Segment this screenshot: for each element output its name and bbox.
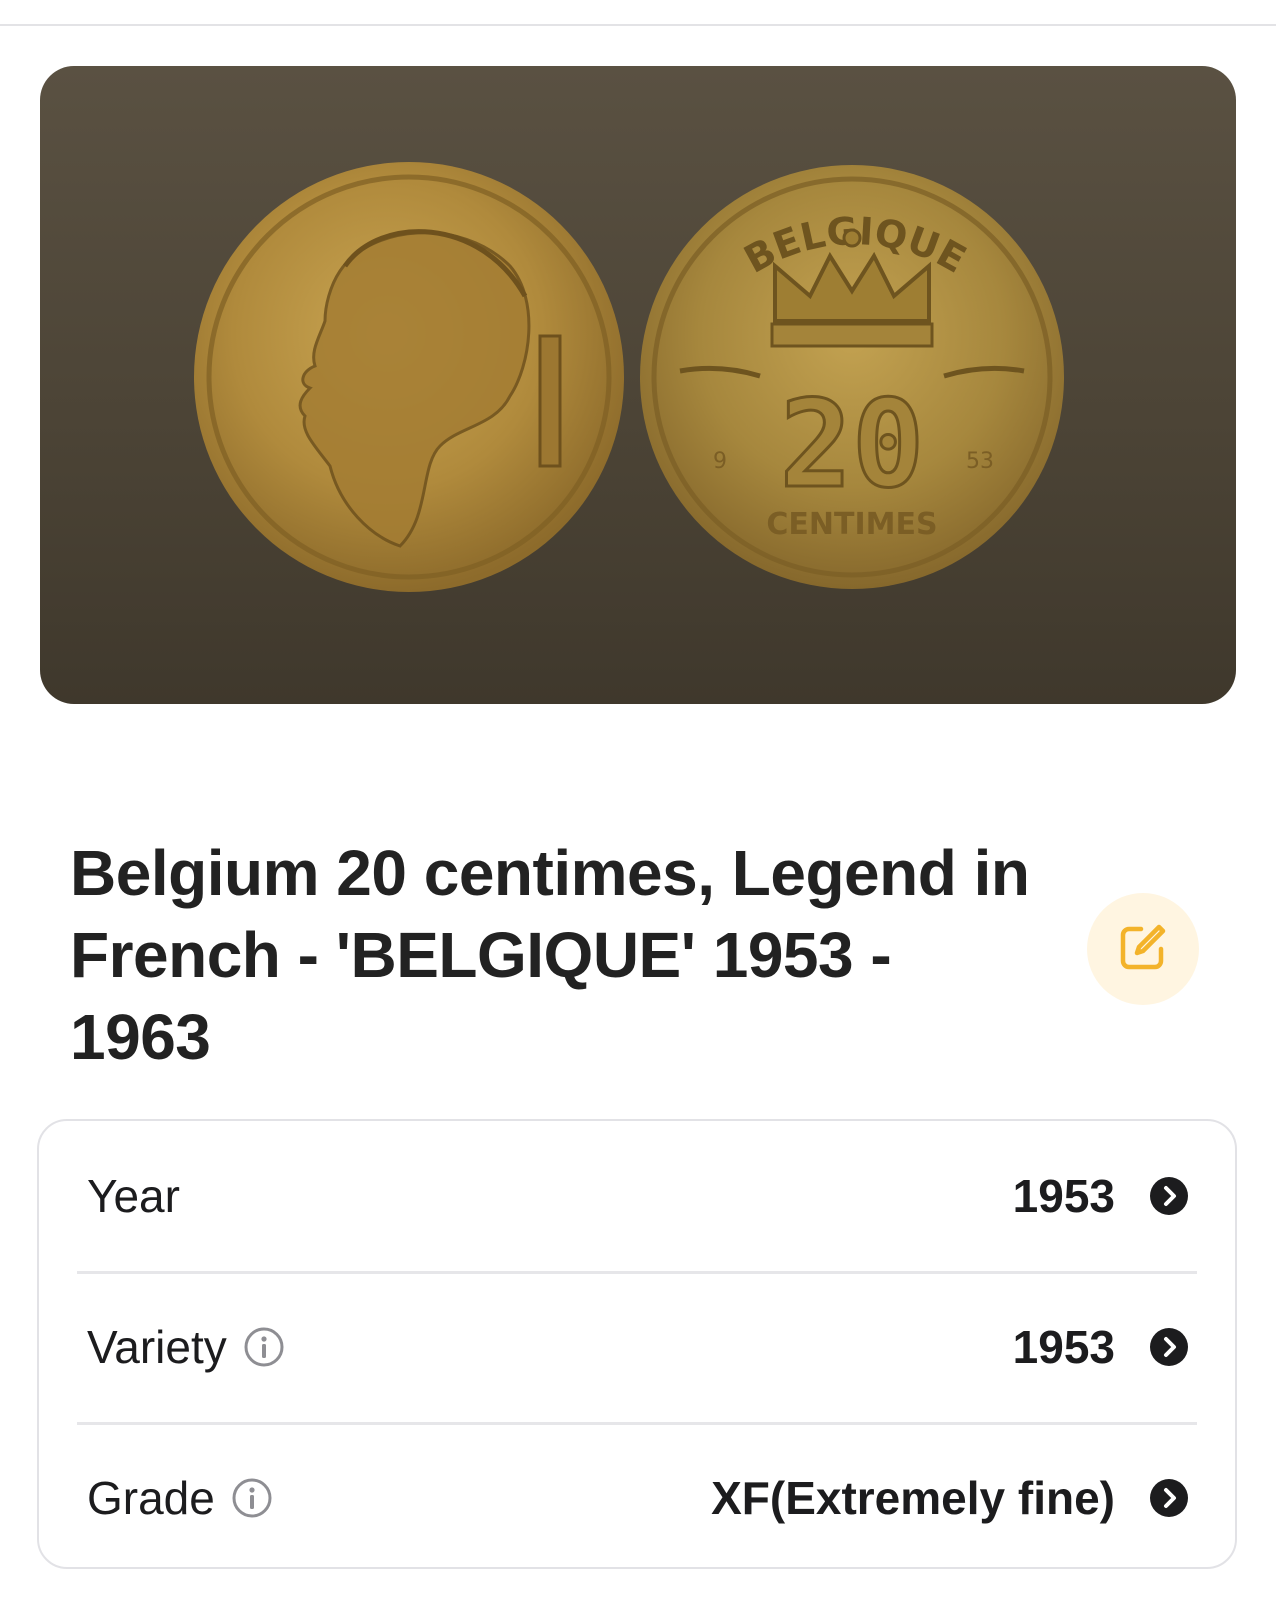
chevron-right-icon [1149,1176,1189,1216]
row-label: Variety [87,1321,227,1373]
info-icon[interactable] [231,1477,273,1519]
detail-row-variety[interactable]: Variety 1953 [77,1272,1197,1422]
row-value: 1953 [1012,1321,1115,1373]
chevron-right-icon [1149,1478,1189,1518]
coin-denomination: 20 [780,376,925,515]
coin-title: Belgium 20 centimes, Legend in French - … [70,837,1030,1073]
coin-obverse [194,162,624,592]
edit-icon [1115,919,1171,980]
edit-button[interactable] [1087,893,1199,1005]
coin-date-right: 53 [966,449,994,474]
row-value: XF(Extremely fine) [711,1472,1115,1524]
row-label: Grade [87,1472,215,1524]
coin-photo[interactable]: BELGIQUE 20 CENTIMES 9 53 [40,66,1236,704]
details-card: Year 1953 Variety 1953 Grade XF(Extremel… [37,1119,1237,1569]
info-icon[interactable] [243,1326,285,1368]
row-label: Year [87,1170,180,1222]
coin-date-left: 9 [713,449,727,474]
detail-row-year[interactable]: Year 1953 [77,1121,1197,1271]
top-divider [0,24,1276,26]
coin-unit: CENTIMES [766,507,937,542]
row-value: 1953 [1012,1170,1115,1222]
coin-reverse: BELGIQUE 20 CENTIMES 9 53 [640,165,1064,589]
detail-row-grade[interactable]: Grade XF(Extremely fine) [77,1423,1197,1573]
chevron-right-icon [1149,1327,1189,1367]
